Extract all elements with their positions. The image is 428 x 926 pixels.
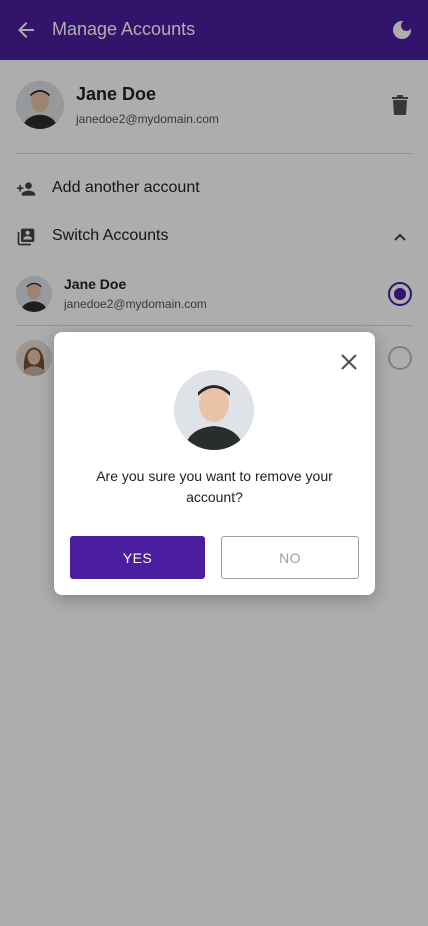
no-button[interactable]: NO [221,536,359,579]
avatar [174,370,254,450]
close-icon[interactable] [339,352,359,372]
dialog-message: Are you sure you want to remove your acc… [96,468,333,505]
yes-button[interactable]: YES [70,536,205,579]
remove-account-dialog: Are you sure you want to remove your acc… [54,332,375,595]
